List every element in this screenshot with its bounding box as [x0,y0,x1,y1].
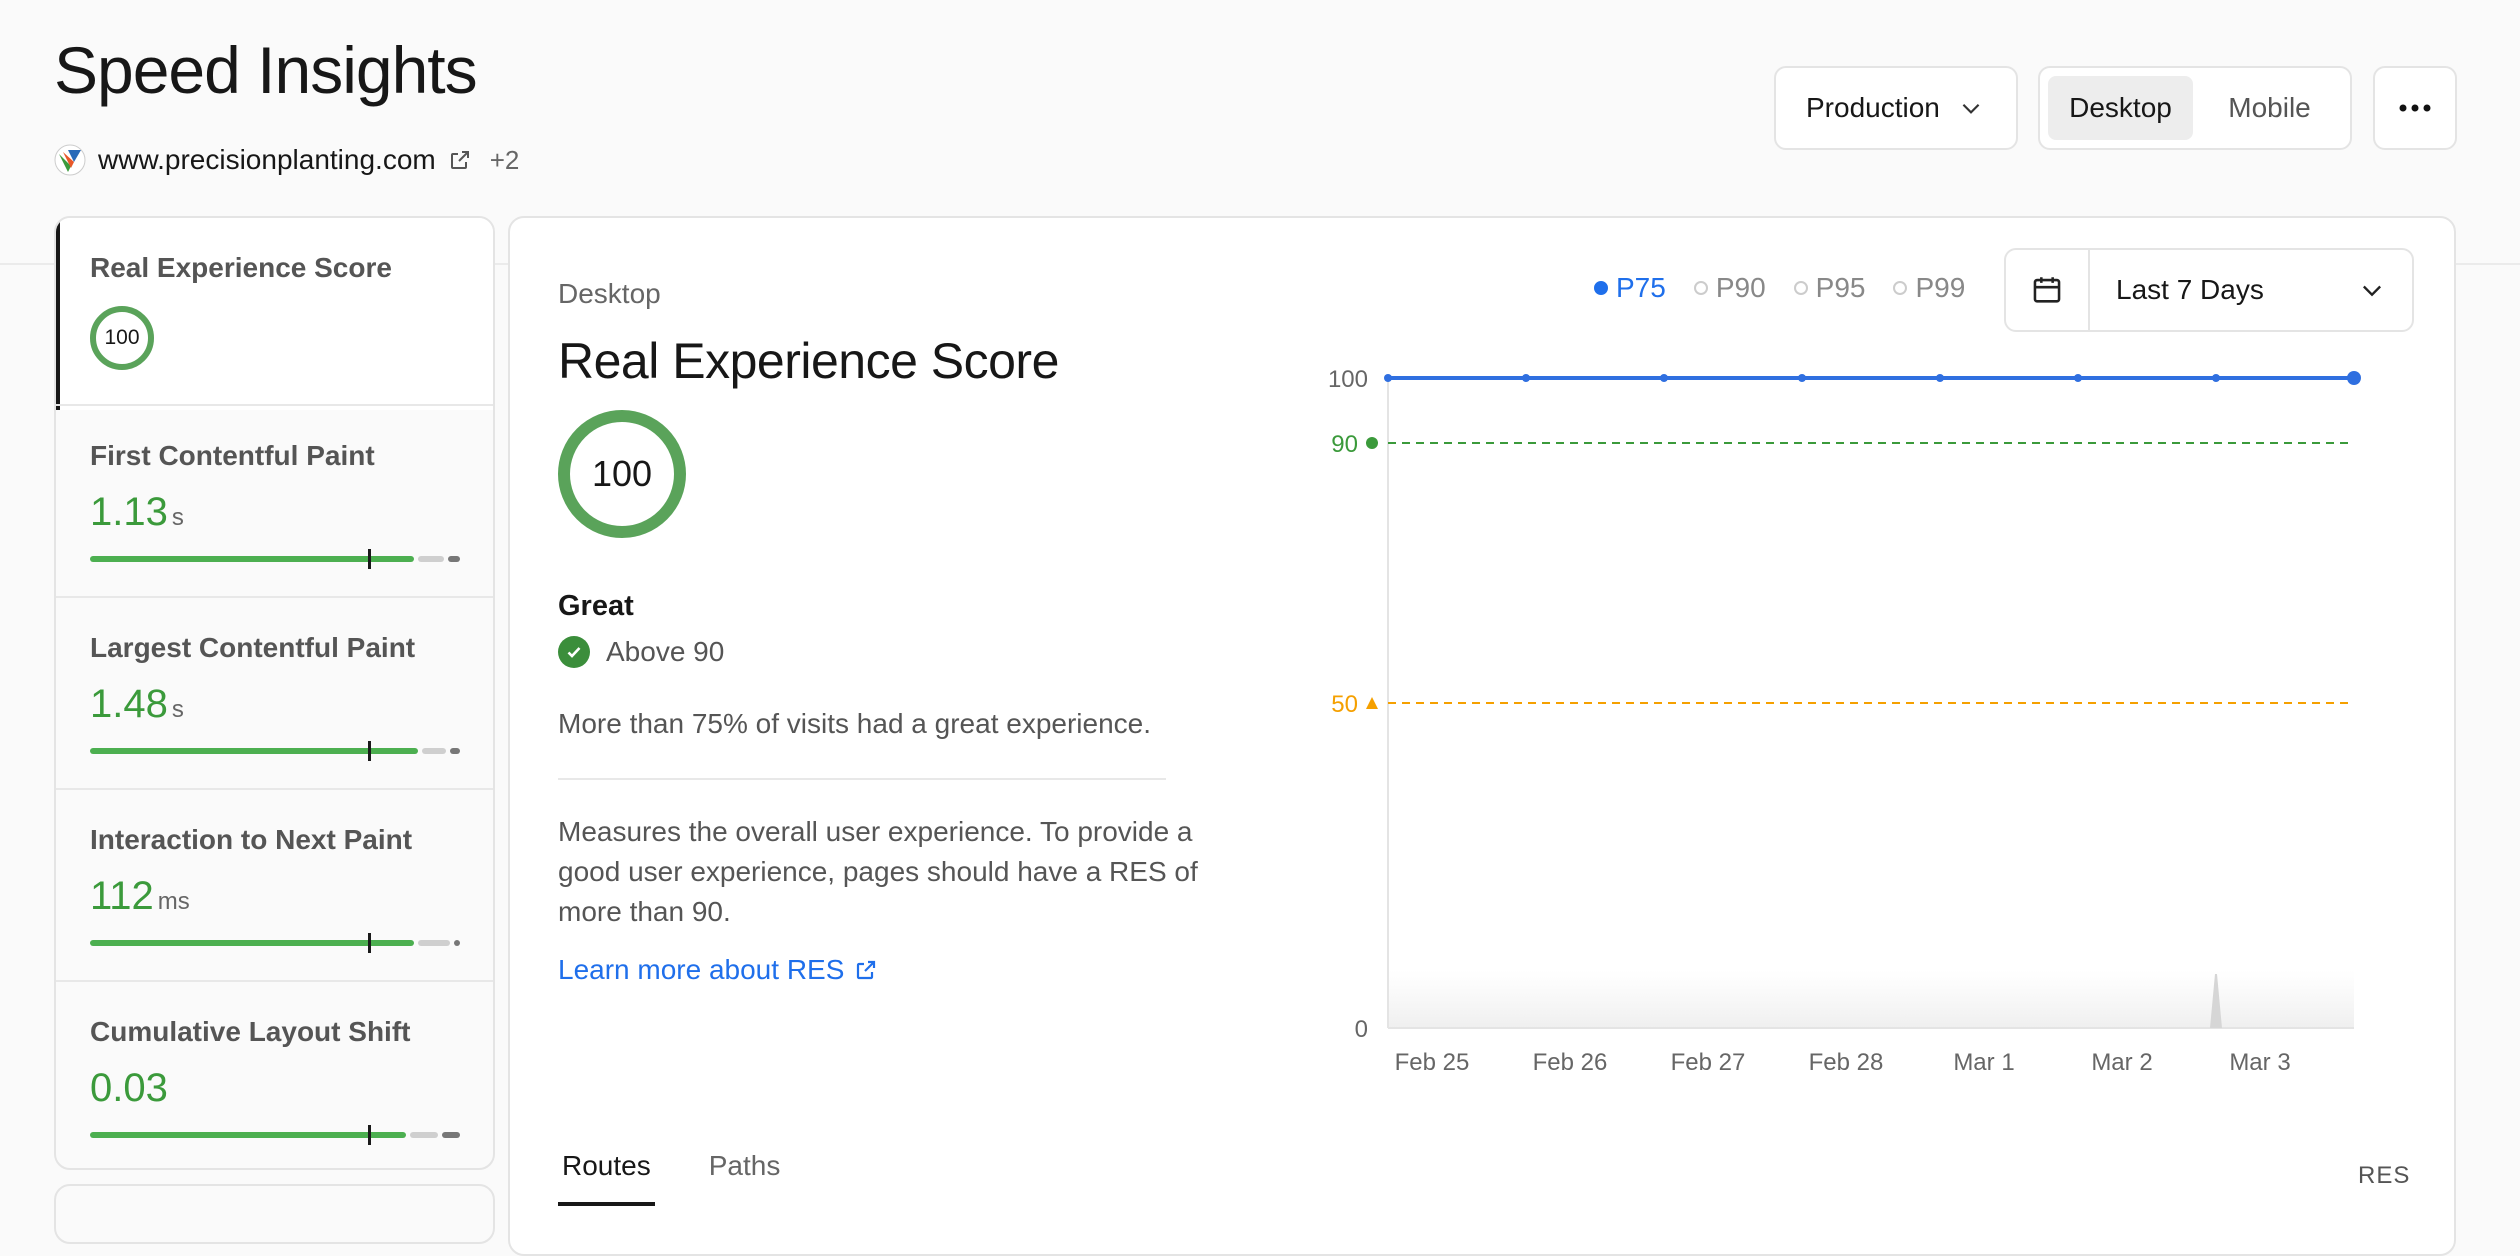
x-tick-label: Mar 3 [2229,1049,2290,1076]
chart-baseline-area [1388,970,2354,1028]
page-title: Speed Insights [54,33,478,107]
device-toggle: Desktop Mobile [2038,66,2352,150]
external-link-icon [857,960,876,980]
metric-label: Real Experience Score [90,252,392,283]
x-tick-label: Feb 25 [1395,1049,1470,1076]
device-option-desktop[interactable]: Desktop [2048,76,2193,140]
metrics-sidebar: Real Experience Score 100 First Contentf… [54,216,495,1170]
metric-label: Interaction to Next Paint [90,824,413,855]
sidebar-item-lcp[interactable]: Largest Contentful Paint 1.48 s [56,596,493,788]
metric-distribution-bar [90,933,460,953]
chevron-down-icon [2363,285,2381,297]
tab-routes[interactable]: Routes [558,1150,655,1206]
tab-paths[interactable]: Paths [705,1150,785,1206]
metric-value: 1.13 s [90,490,184,534]
res-trend-chart: 100 0 90 50 Feb 25 Feb 26 Feb 27 Feb 28 Mar 1 Mar… [1328,366,2361,1076]
external-link-icon[interactable] [448,148,472,172]
metric-distribution-bar [90,549,460,569]
date-range-label: Last 7 Days [2116,274,2264,305]
radio-dot-icon [1893,281,1908,295]
x-tick-label: Feb 26 [1533,1049,1608,1076]
percentile-legend: P75 P90 P95 P99 [1594,272,1965,304]
percentile-option-p75[interactable]: P75 [1594,272,1666,304]
sidebar-item-cls[interactable]: Cumulative Layout Shift 0.03 [56,980,493,1168]
rating-label: Great [558,590,634,622]
summary-text: More than 75% of visits had a great expe… [558,708,1152,739]
sidebar-item-fcp[interactable]: First Contentful Paint 1.13 s [56,404,493,596]
x-tick-label: Feb 28 [1809,1049,1884,1076]
x-tick-label: Mar 2 [2091,1049,2152,1076]
score-ring: 100 [90,306,154,370]
metric-label: Cumulative Layout Shift [90,1016,411,1047]
score-ring-large: 100 [558,410,686,538]
ellipsis-icon [2399,104,2431,112]
detail-title: Real Experience Score [558,333,1059,389]
data-point [2212,374,2220,382]
threshold-label-50: 50 [1331,691,1358,718]
learn-more-link[interactable]: Learn more about RES [558,954,878,986]
threshold-circle-icon [1366,437,1378,449]
detail-device-label: Desktop [558,278,661,309]
percentile-option-p95[interactable]: P95 [1793,272,1865,304]
data-point [1936,374,1944,382]
percentile-option-p99[interactable]: P99 [1893,272,1965,304]
metric-value: 1.48 s [90,682,184,726]
more-options-button[interactable] [2373,66,2457,150]
res-column-header[interactable]: RES [2358,1162,2410,1190]
sidebar-secondary-card [54,1184,495,1244]
extra-domains-count[interactable]: +2 [490,145,520,176]
data-point [2347,371,2361,385]
radio-dot-icon [1594,281,1608,295]
x-tick-label: Mar 1 [1953,1049,2014,1076]
y-tick-label: 100 [1328,366,1368,393]
project-site: www.precisionplanting.com +2 [54,142,519,178]
detail-divider [558,778,1166,780]
device-option-mobile[interactable]: Mobile [2197,76,2342,140]
date-range-picker[interactable]: Last 7 Days [2004,248,2414,332]
threshold-row: Above 90 [558,636,724,668]
metric-distribution-bar [90,1125,460,1145]
metric-value: 112 ms [90,874,190,918]
metric-label: First Contentful Paint [90,440,375,471]
sidebar-item-res[interactable]: Real Experience Score 100 [56,218,493,410]
environment-label: Production [1806,92,1940,123]
threshold-text: Above 90 [606,636,725,667]
metric-value: 0.03 [90,1066,168,1110]
sidebar-item-inp[interactable]: Interaction to Next Paint 112 ms [56,788,493,980]
site-favicon-icon [54,144,86,176]
calendar-icon[interactable] [2006,250,2090,330]
y-tick-label: 0 [1355,1016,1368,1043]
environment-select[interactable]: Production [1774,66,2018,150]
radio-dot-icon [1693,281,1708,295]
metric-label: Largest Contentful Paint [90,632,416,663]
x-tick-label: Feb 27 [1671,1049,1746,1076]
threshold-label-90: 90 [1331,431,1358,458]
data-point [1660,374,1668,382]
data-point [2074,374,2082,382]
percentile-option-p90[interactable]: P90 [1693,272,1766,304]
description-text: Measures the overall user experience. To… [558,816,1198,927]
radio-dot-icon [1793,281,1808,295]
threshold-triangle-icon [1366,697,1378,709]
detail-tabs: Routes Paths [558,1150,784,1206]
chevron-down-icon [1962,103,1980,114]
data-point [1384,374,1392,382]
site-link[interactable]: www.precisionplanting.com [98,144,436,176]
data-point [1798,374,1806,382]
metric-distribution-bar [90,741,460,761]
data-point [1522,374,1530,382]
check-circle-icon [558,636,590,668]
